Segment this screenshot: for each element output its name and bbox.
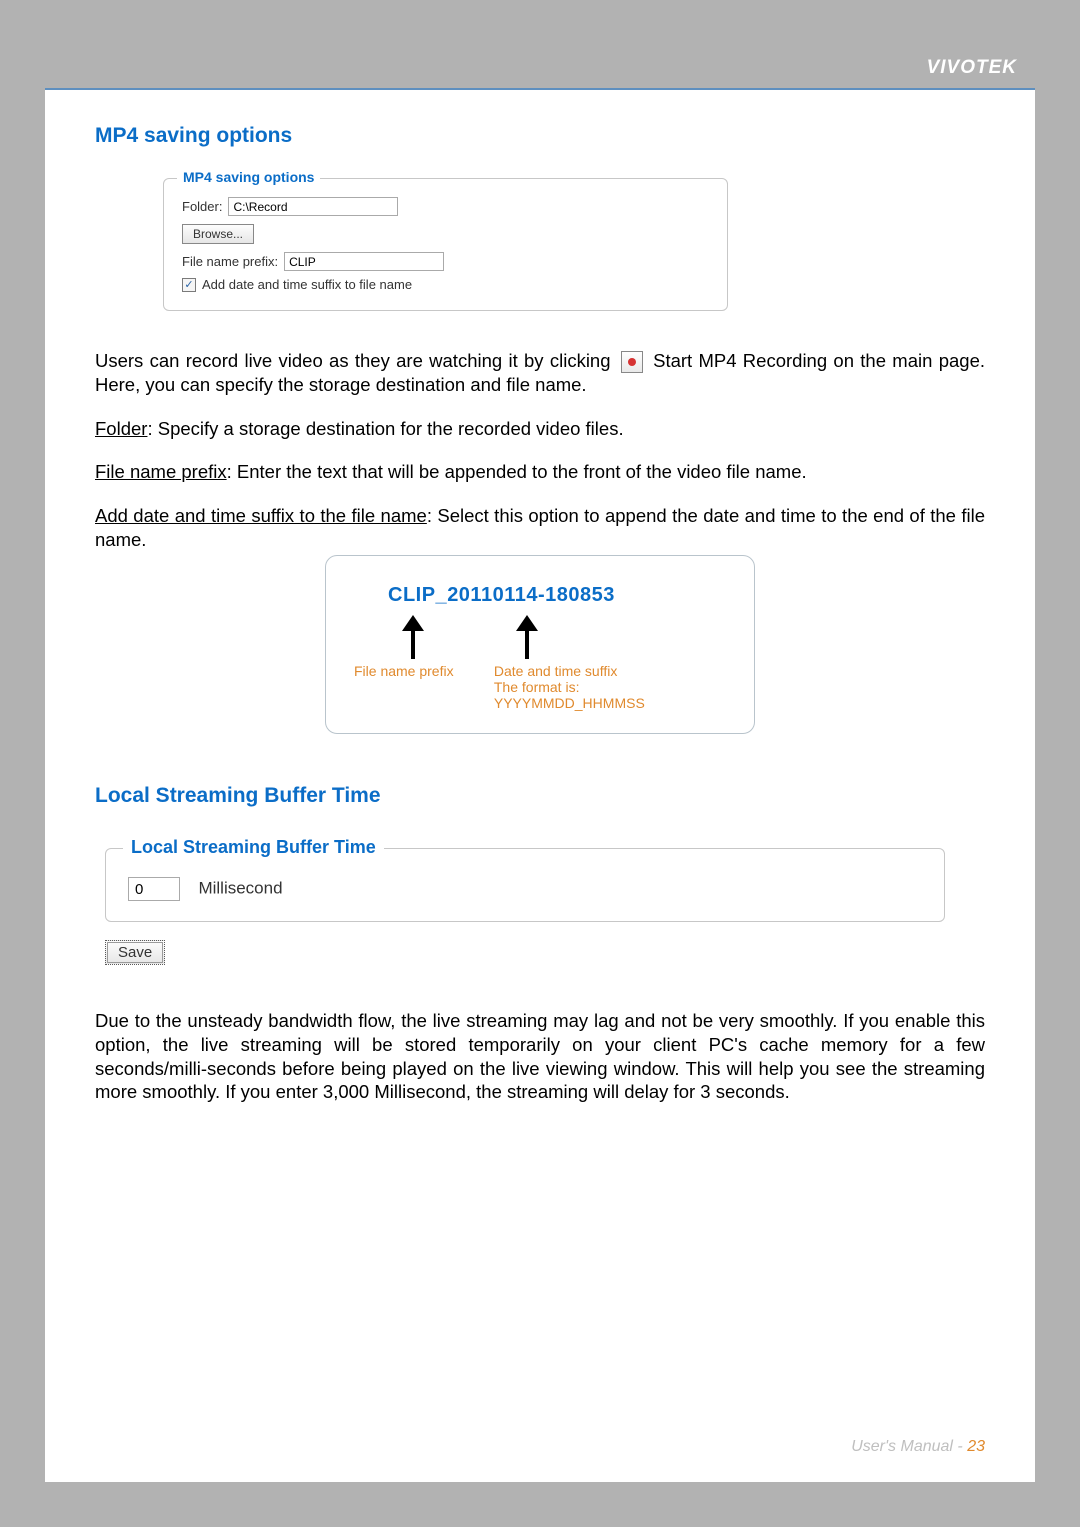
prefix-term: File name prefix — [95, 461, 227, 482]
prefix-desc: : Enter the text that will be appended t… — [227, 461, 807, 482]
suffix-term: Add date and time suffix to the file nam… — [95, 505, 427, 526]
paragraph-folder: Folder: Specify a storage destination fo… — [95, 417, 985, 441]
arrow-up-icon — [402, 615, 426, 659]
p1-part-a: Users can record live video as they are … — [95, 350, 611, 371]
folder-input[interactable] — [228, 197, 398, 216]
filename-diagram: CLIP_20110114-180853 File name prefix Da… — [325, 555, 755, 734]
folder-desc: : Specify a storage destination for the … — [147, 418, 623, 439]
record-icon — [621, 351, 643, 373]
page-footer: User's Manual - 23 — [851, 1438, 985, 1456]
mp4-section-title: MP4 saving options — [95, 124, 985, 148]
footer-page-number: 23 — [967, 1438, 985, 1455]
paragraph-prefix: File name prefix: Enter the text that wi… — [95, 460, 985, 484]
buffer-time-unit: Millisecond — [198, 879, 282, 898]
diagram-label-suffix-2: The format is: YYYYMMDD_HHMMSS — [494, 679, 730, 711]
buffer-time-input[interactable] — [128, 877, 180, 901]
footer-manual-label: User's Manual - — [851, 1438, 967, 1455]
mp4-options-panel: MP4 saving options Folder: Browse... Fil… — [163, 178, 728, 311]
lsbt-description: Due to the unsteady bandwidth flow, the … — [95, 1009, 985, 1104]
folder-label: Folder: — [182, 199, 222, 214]
arrow-up-icon — [516, 615, 540, 659]
mp4-legend: MP4 saving options — [177, 169, 320, 185]
paragraph-intro: Users can record live video as they are … — [95, 349, 985, 397]
header-ribbon: VIVOTEK — [45, 45, 1035, 90]
browse-button[interactable]: Browse... — [182, 224, 254, 244]
example-suffix: 20110114-180853 — [447, 584, 615, 606]
diagram-label-suffix-1: Date and time suffix — [494, 663, 730, 679]
lsbt-legend: Local Streaming Buffer Time — [123, 837, 384, 858]
brand-label: VIVOTEK — [927, 57, 1017, 79]
diagram-label-prefix: File name prefix — [354, 663, 480, 711]
lsbt-section-title: Local Streaming Buffer Time — [95, 784, 985, 808]
prefix-input[interactable] — [284, 252, 444, 271]
save-button[interactable]: Save — [105, 940, 165, 965]
example-prefix: CLIP_ — [388, 584, 447, 606]
suffix-checkbox-label: Add date and time suffix to file name — [202, 277, 412, 292]
suffix-checkbox[interactable]: ✓ — [182, 278, 196, 292]
prefix-label: File name prefix: — [182, 254, 278, 269]
folder-term: Folder — [95, 418, 147, 439]
paragraph-suffix: Add date and time suffix to the file nam… — [95, 504, 985, 551]
lsbt-panel: Local Streaming Buffer Time Millisecond — [105, 848, 945, 922]
